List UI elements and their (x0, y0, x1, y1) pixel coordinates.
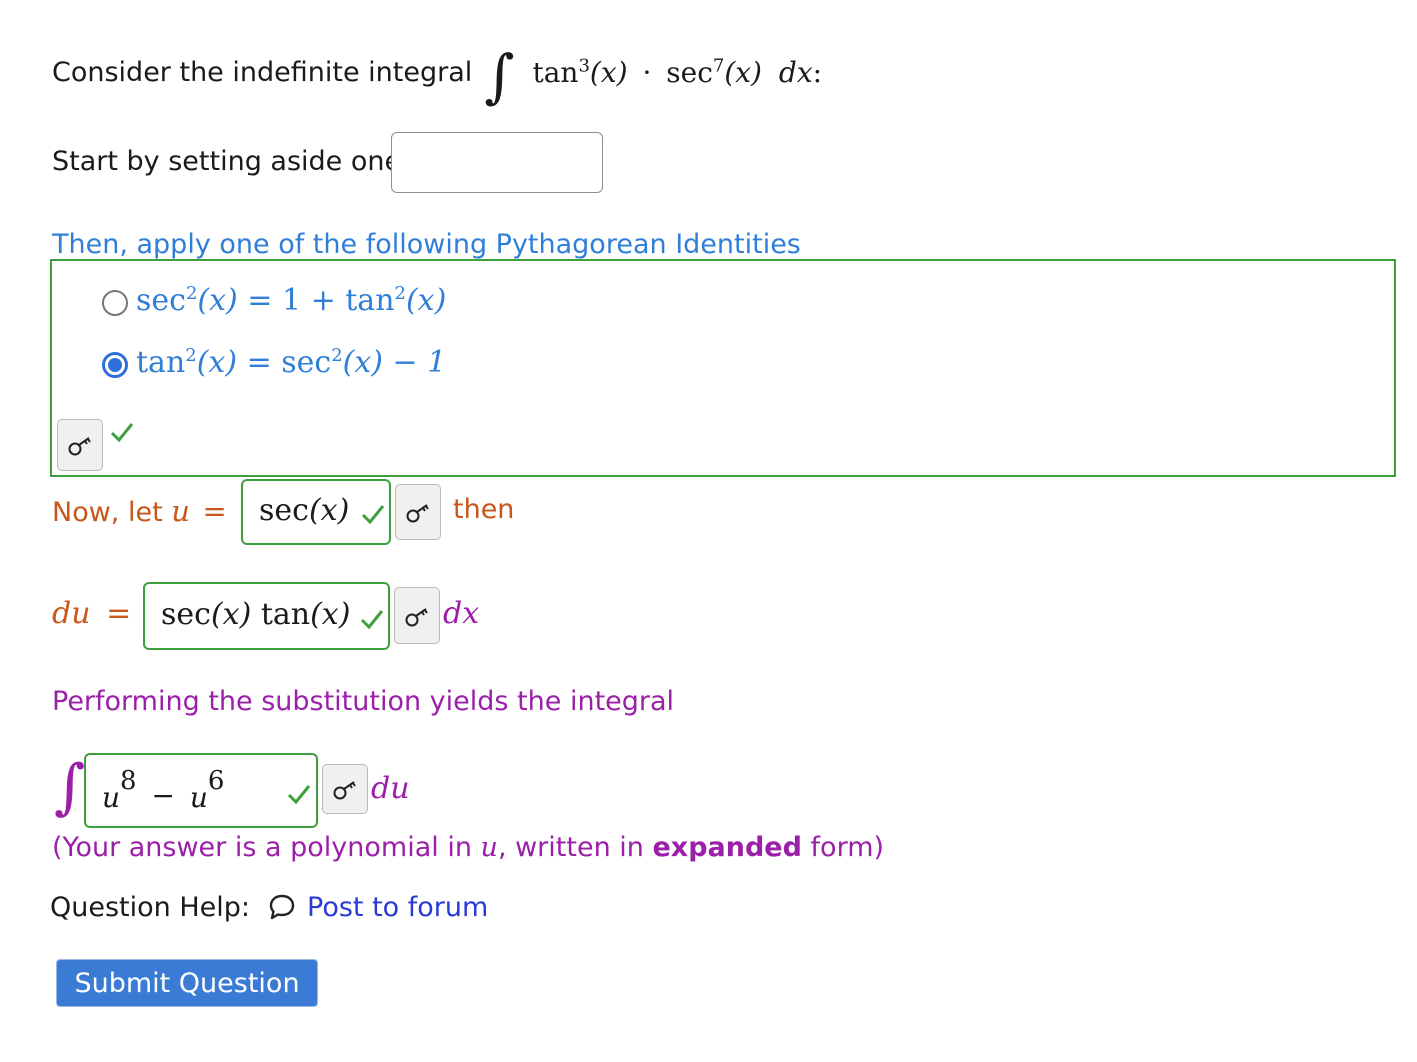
du-check-icon (360, 610, 384, 630)
u-key-button[interactable] (395, 484, 441, 540)
note-open: (Your answer is a polynomial in (52, 832, 472, 863)
opt2-lhs-pow: 2 (185, 345, 197, 366)
substitution-note: (Your answer is a polynomial in u, writt… (52, 832, 884, 863)
du-answer-field[interactable]: sec(x) tan(x) (143, 582, 390, 650)
opt2-rhs-arg: (x) − 1 (342, 345, 447, 380)
ans-pow1: 8 (120, 766, 137, 796)
identities-check-icon (110, 423, 134, 443)
u-value-fn: sec (259, 493, 309, 528)
u-value-arg: (x) (308, 493, 350, 528)
substitution-answer-value: u8 − u6 (102, 766, 225, 814)
du-fn2: tan (260, 597, 311, 632)
tan-fn: tan (532, 55, 579, 89)
opt2-rhs: = sec (246, 345, 332, 380)
key-icon (68, 437, 91, 456)
du-arg1: (x) (210, 597, 252, 632)
intro-prefix: Consider the indefinite integral (52, 56, 473, 88)
identity-radio-1[interactable] (102, 290, 128, 316)
set-aside-input[interactable] (391, 132, 603, 193)
identity-radio-2[interactable] (102, 352, 128, 378)
radio-dot (108, 358, 122, 372)
substitution-key-button[interactable] (322, 764, 368, 814)
u-answer-field[interactable]: sec(x) (241, 479, 391, 545)
u-check-icon (361, 505, 385, 525)
integral-sign: ∫ (484, 42, 515, 110)
du-fn1: sec (161, 597, 211, 632)
tan-arg: (x) (589, 55, 628, 89)
substitution-check-icon (287, 785, 311, 805)
submit-question-button[interactable]: Submit Question (56, 959, 318, 1007)
intro-line: Consider the indefinite integral ∫ tan3(… (52, 38, 822, 110)
opt1-rhs: = 1 + tan (247, 283, 395, 318)
substitution-answer-field[interactable]: u8 − u6 (84, 753, 318, 828)
identities-heading: Then, apply one of the following Pythago… (52, 229, 801, 260)
substitution-heading: Performing the substitution yields the i… (52, 686, 675, 717)
opt2-lhs: tan (136, 345, 186, 380)
identities-box: sec2(x) = 1 + tan2(x) tan2(x) = sec2(x) … (50, 259, 1396, 477)
ans-u2: u (189, 781, 208, 814)
substitution-integral-sign: ∫ (54, 752, 86, 822)
sec-power: 7 (712, 55, 725, 77)
opt1-lhs-arg: (x) (197, 283, 238, 318)
opt1-rhs-arg: (x) (405, 283, 447, 318)
note-mid: , written in (497, 832, 644, 863)
opt2-lhs-arg: (x) (196, 345, 238, 380)
post-to-forum-link[interactable]: Post to forum (307, 892, 488, 923)
opt1-lhs-pow: 2 (185, 283, 198, 304)
u-sub-prefix: Now, let u = (52, 494, 227, 528)
question-help-label: Question Help: (50, 892, 250, 923)
u-sub-prefix-text: Now, let (52, 497, 163, 528)
tan-power: 3 (578, 55, 590, 77)
intro-expression: tan3(x) · sec7(x) dx: (532, 56, 822, 89)
ans-u1: u (102, 781, 121, 814)
step1-label: Start by setting aside one (52, 146, 402, 177)
u-answer-value: sec(x) (259, 493, 349, 528)
key-icon (405, 607, 428, 626)
key-icon (333, 781, 356, 800)
note-close: form) (810, 832, 885, 863)
du-key-button[interactable] (394, 587, 440, 644)
identity-option-1[interactable]: sec2(x) = 1 + tan2(x) (136, 283, 446, 318)
sec-fn: sec (666, 55, 713, 89)
u-var: u (171, 494, 190, 528)
submit-label: Submit Question (74, 967, 300, 999)
sec-arg: (x) (724, 55, 762, 89)
u-equals: = (202, 494, 227, 528)
du-suffix: dx (443, 596, 480, 631)
substitution-du-suffix: du (371, 771, 410, 806)
du-equals: = (106, 596, 132, 631)
identities-key-button[interactable] (57, 419, 103, 471)
du-lhs: du (52, 596, 91, 631)
key-icon (406, 504, 429, 523)
colon: : (812, 55, 823, 89)
dx-label: dx (778, 55, 813, 89)
ans-pow2: 6 (207, 766, 225, 796)
note-bold: expanded (652, 832, 802, 863)
u-sub-suffix: then (453, 494, 515, 525)
note-var: u (480, 832, 498, 863)
ans-minus: − (151, 779, 175, 812)
identity-option-2[interactable]: tan2(x) = sec2(x) − 1 (136, 345, 446, 380)
du-prefix: du = (52, 596, 131, 631)
opt2-rhs-pow: 2 (331, 345, 343, 366)
opt1-rhs-pow: 2 (394, 283, 406, 304)
dot-operator: · (642, 55, 652, 89)
du-answer-value: sec(x) tan(x) (161, 597, 350, 632)
opt1-lhs: sec (136, 283, 186, 318)
chat-bubble-icon (269, 894, 295, 920)
du-arg2: (x) (310, 597, 351, 632)
